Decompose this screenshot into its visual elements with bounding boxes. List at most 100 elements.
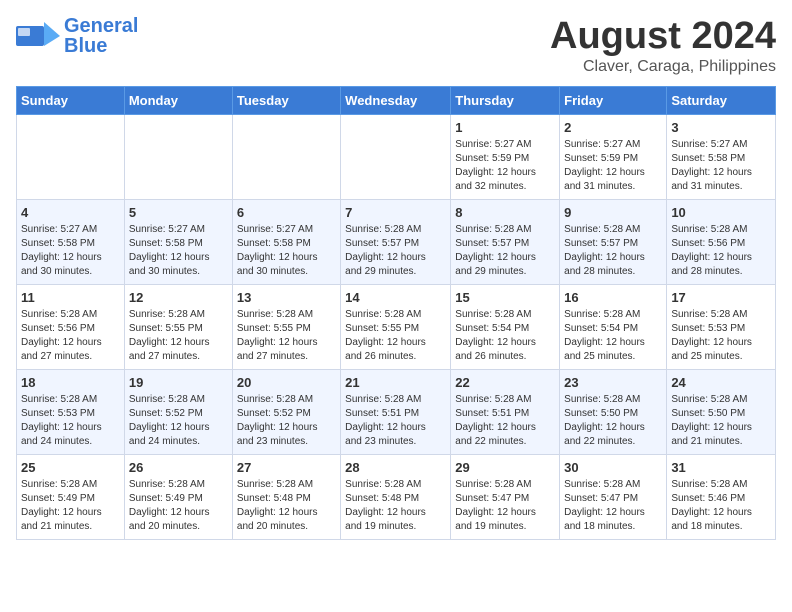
day-number: 30 [564,460,662,475]
col-friday: Friday [560,86,667,114]
day-number: 14 [345,290,446,305]
logo: General Blue [16,16,138,56]
day-info: Sunrise: 5:28 AM Sunset: 5:56 PM Dayligh… [671,223,771,279]
col-tuesday: Tuesday [232,86,340,114]
day-info: Sunrise: 5:28 AM Sunset: 5:57 PM Dayligh… [345,223,446,279]
calendar-cell: 27Sunrise: 5:28 AM Sunset: 5:48 PM Dayli… [232,454,340,539]
col-thursday: Thursday [451,86,560,114]
calendar-cell: 28 Sunrise: 5:28 AM Sunset: 5:48 PM Dayli… [341,454,451,539]
calendar-cell: 9Sunrise: 5:28 AM Sunset: 5:57 PM Daylig… [560,199,667,284]
day-number: 16 [564,290,662,305]
week-row-1: 1 Sunrise: 5:27 AM Sunset: 5:59 PM Daylig… [17,114,776,199]
day-info: Sunrise: 5:28 AM Sunset: 5:52 PM Dayligh… [237,393,336,449]
calendar-cell: 17 Sunrise: 5:28 AM Sunset: 5:53 PM Dayli… [667,284,776,369]
day-info: Sunrise: 5:28 AM Sunset: 5:50 PM Dayligh… [671,393,771,449]
calendar-cell: 4 Sunrise: 5:27 AM Sunset: 5:58 PM Daylig… [17,199,125,284]
day-number: 1 [455,120,555,135]
day-info: Sunrise: 5:28 AM Sunset: 5:56 PM Dayligh… [21,308,120,364]
calendar-cell: 12 Sunrise: 5:28 AM Sunset: 5:55 PM Dayli… [124,284,232,369]
day-number: 17 [671,290,771,305]
day-number: 20 [237,375,336,390]
day-info: Sunrise: 5:27 AM Sunset: 5:59 PM Dayligh… [455,138,555,194]
calendar-cell: 20 Sunrise: 5:28 AM Sunset: 5:52 PM Dayli… [232,369,340,454]
title-block: August 2024 Claver, Caraga, Philippines [550,16,776,76]
day-number: 12 [129,290,228,305]
calendar-table: Sunday Monday Tuesday Wednesday Thursday… [16,86,776,540]
day-info: Sunrise: 5:28 AM Sunset: 5:55 PM Dayligh… [237,308,336,364]
calendar-cell: 14 Sunrise: 5:28 AM Sunset: 5:55 PM Dayli… [341,284,451,369]
calendar-cell: 24 Sunrise: 5:28 AM Sunset: 5:50 PM Dayli… [667,369,776,454]
calendar-cell: 30 Sunrise: 5:28 AM Sunset: 5:47 PM Dayli… [560,454,667,539]
day-number: 4 [21,205,120,220]
day-info: Sunrise: 5:28 AM Sunset: 5:48 PM Dayligh… [345,478,446,534]
day-info: Sunrise: 5:28 AM Sunset: 5:52 PM Dayligh… [129,393,228,449]
day-info: Sunrise: 5:27 AM Sunset: 5:58 PM Dayligh… [21,223,120,279]
calendar-cell: 18Sunrise: 5:28 AM Sunset: 5:53 PM Dayli… [17,369,125,454]
calendar-cell [341,114,451,199]
calendar-cell: 19 Sunrise: 5:28 AM Sunset: 5:52 PM Dayli… [124,369,232,454]
calendar-cell: 11Sunrise: 5:28 AM Sunset: 5:56 PM Dayli… [17,284,125,369]
day-number: 19 [129,375,228,390]
day-number: 31 [671,460,771,475]
col-wednesday: Wednesday [341,86,451,114]
day-info: Sunrise: 5:27 AM Sunset: 5:58 PM Dayligh… [129,223,228,279]
day-number: 7 [345,205,446,220]
week-row-2: 4 Sunrise: 5:27 AM Sunset: 5:58 PM Daylig… [17,199,776,284]
day-info: Sunrise: 5:28 AM Sunset: 5:54 PM Dayligh… [564,308,662,364]
day-info: Sunrise: 5:27 AM Sunset: 5:58 PM Dayligh… [671,138,771,194]
calendar-cell: 8 Sunrise: 5:28 AM Sunset: 5:57 PM Daylig… [451,199,560,284]
day-info: Sunrise: 5:28 AM Sunset: 5:46 PM Dayligh… [671,478,771,534]
calendar-cell: 22 Sunrise: 5:28 AM Sunset: 5:51 PM Dayli… [451,369,560,454]
day-info: Sunrise: 5:28 AM Sunset: 5:57 PM Dayligh… [564,223,662,279]
day-number: 29 [455,460,555,475]
day-info: Sunrise: 5:28 AM Sunset: 5:50 PM Dayligh… [564,393,662,449]
day-info: Sunrise: 5:28 AM Sunset: 5:55 PM Dayligh… [345,308,446,364]
week-row-5: 25 Sunrise: 5:28 AM Sunset: 5:49 PM Dayli… [17,454,776,539]
calendar-cell: 2 Sunrise: 5:27 AM Sunset: 5:59 PM Daylig… [560,114,667,199]
calendar-cell: 31 Sunrise: 5:28 AM Sunset: 5:46 PM Dayli… [667,454,776,539]
calendar-cell: 6Sunrise: 5:27 AM Sunset: 5:58 PM Daylig… [232,199,340,284]
header-row: Sunday Monday Tuesday Wednesday Thursday… [17,86,776,114]
day-info: Sunrise: 5:28 AM Sunset: 5:54 PM Dayligh… [455,308,555,364]
day-info: Sunrise: 5:28 AM Sunset: 5:55 PM Dayligh… [129,308,228,364]
col-saturday: Saturday [667,86,776,114]
calendar-cell: 1 Sunrise: 5:27 AM Sunset: 5:59 PM Daylig… [451,114,560,199]
calendar-cell: 15Sunrise: 5:28 AM Sunset: 5:54 PM Dayli… [451,284,560,369]
day-number: 25 [21,460,120,475]
calendar-cell: 21 Sunrise: 5:28 AM Sunset: 5:51 PM Dayli… [341,369,451,454]
day-info: Sunrise: 5:28 AM Sunset: 5:49 PM Dayligh… [21,478,120,534]
calendar-cell: 10 Sunrise: 5:28 AM Sunset: 5:56 PM Dayli… [667,199,776,284]
day-info: Sunrise: 5:28 AM Sunset: 5:49 PM Dayligh… [129,478,228,534]
calendar-cell: 13 Sunrise: 5:28 AM Sunset: 5:55 PM Dayli… [232,284,340,369]
day-info: Sunrise: 5:28 AM Sunset: 5:51 PM Dayligh… [345,393,446,449]
calendar-cell: 16 Sunrise: 5:28 AM Sunset: 5:54 PM Dayli… [560,284,667,369]
calendar-cell: 7 Sunrise: 5:28 AM Sunset: 5:57 PM Daylig… [341,199,451,284]
calendar-cell: 29Sunrise: 5:28 AM Sunset: 5:47 PM Dayli… [451,454,560,539]
col-sunday: Sunday [17,86,125,114]
page-header: General Blue August 2024 Claver, Caraga,… [16,16,776,76]
day-number: 8 [455,205,555,220]
day-info: Sunrise: 5:28 AM Sunset: 5:57 PM Dayligh… [455,223,555,279]
location: Claver, Caraga, Philippines [550,58,776,76]
calendar-cell [232,114,340,199]
logo-general: General [64,16,138,36]
day-number: 28 [345,460,446,475]
day-number: 22 [455,375,555,390]
day-number: 2 [564,120,662,135]
day-number: 13 [237,290,336,305]
day-number: 18 [21,375,120,390]
day-number: 21 [345,375,446,390]
col-monday: Monday [124,86,232,114]
day-info: Sunrise: 5:28 AM Sunset: 5:53 PM Dayligh… [671,308,771,364]
calendar-cell: 5 Sunrise: 5:27 AM Sunset: 5:58 PM Daylig… [124,199,232,284]
day-number: 10 [671,205,771,220]
day-info: Sunrise: 5:28 AM Sunset: 5:48 PM Dayligh… [237,478,336,534]
month-year: August 2024 [550,16,776,58]
day-number: 5 [129,205,228,220]
day-info: Sunrise: 5:27 AM Sunset: 5:59 PM Dayligh… [564,138,662,194]
day-number: 24 [671,375,771,390]
calendar-cell [17,114,125,199]
day-info: Sunrise: 5:28 AM Sunset: 5:47 PM Dayligh… [564,478,662,534]
week-row-3: 11Sunrise: 5:28 AM Sunset: 5:56 PM Dayli… [17,284,776,369]
day-info: Sunrise: 5:28 AM Sunset: 5:51 PM Dayligh… [455,393,555,449]
